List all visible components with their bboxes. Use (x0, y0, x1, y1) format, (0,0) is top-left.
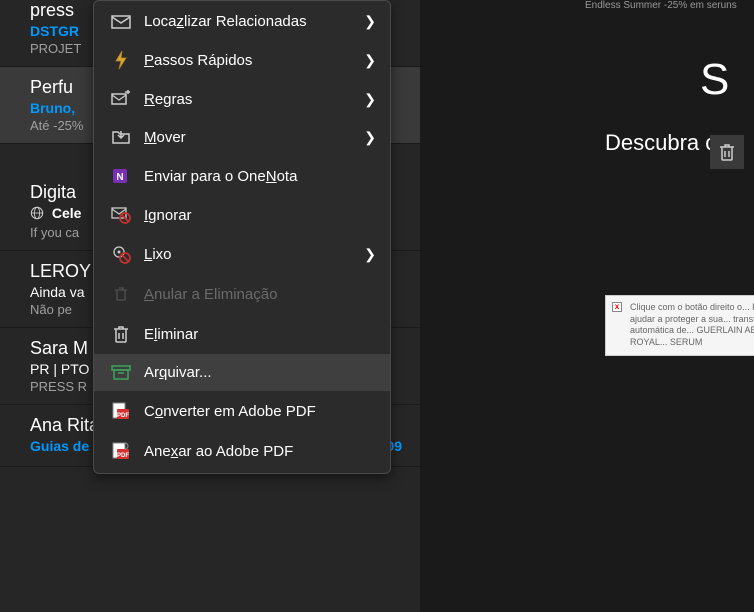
svg-text:N: N (116, 172, 123, 183)
menu-label: Mover (144, 129, 356, 146)
junk-icon (108, 244, 134, 264)
blocked-x-icon: x (612, 302, 622, 312)
email-subject-text: Cele (52, 205, 82, 221)
menu-anular-eliminacao: Anular a Eliminação (94, 274, 390, 314)
menu-converter-pdf[interactable]: PDF Converter em Adobe PDF (94, 391, 390, 431)
move-folder-icon (108, 128, 134, 146)
menu-ignorar[interactable]: Ignorar (94, 196, 390, 234)
menu-label: Lixo (144, 246, 356, 263)
envelope-icon (108, 14, 134, 30)
adobe-pdf-attach-icon: PDF (108, 441, 134, 461)
promo-subtitle: Descubra o (605, 130, 718, 156)
menu-label: Passos Rápidos (144, 52, 356, 69)
undo-delete-icon (108, 284, 134, 304)
chevron-right-icon: ❯ (364, 91, 376, 108)
blocked-image-placeholder[interactable]: x Clique com o botão direito o... Para a… (605, 295, 754, 356)
menu-mover[interactable]: Mover ❯ (94, 118, 390, 156)
ignore-icon (108, 206, 134, 224)
svg-text:PDF: PDF (117, 453, 129, 459)
chevron-right-icon: ❯ (364, 129, 376, 146)
menu-onenote[interactable]: N Enviar para o OneNota (94, 156, 390, 196)
menu-label: Anular a Eliminação (144, 286, 376, 303)
menu-label: Anexar ao Adobe PDF (144, 443, 376, 460)
archive-icon (108, 365, 134, 381)
blocked-image-text: Clique com o botão direito o... Para aju… (630, 302, 754, 347)
menu-arquivar[interactable]: Arquivar... (94, 354, 390, 391)
menu-regras[interactable]: Regras ❯ (94, 80, 390, 118)
lightning-icon (108, 50, 134, 70)
trash-icon (717, 142, 737, 162)
promo-banner-text: Endless Summer -25% em seruns (585, 0, 754, 11)
svg-text:PDF: PDF (117, 413, 129, 419)
menu-anexar-pdf[interactable]: PDF Anexar ao Adobe PDF (94, 431, 390, 471)
menu-label: Converter em Adobe PDF (144, 403, 376, 420)
menu-label: Enviar para o OneNota (144, 168, 376, 185)
trash-icon (108, 324, 134, 344)
globe-icon (30, 206, 44, 223)
context-menu: Locazlizar Relacionadas ❯ Passos Rápidos… (93, 0, 391, 474)
chevron-right-icon: ❯ (364, 13, 376, 30)
menu-localizar-relacionadas[interactable]: Locazlizar Relacionadas ❯ (94, 3, 390, 40)
promo-headline: S (700, 55, 729, 105)
menu-lixo[interactable]: Lixo ❯ (94, 234, 390, 274)
menu-label: Ignorar (144, 207, 376, 224)
menu-label: Regras (144, 91, 356, 108)
menu-eliminar[interactable]: Eliminar (94, 314, 390, 354)
chevron-right-icon: ❯ (364, 52, 376, 69)
onenote-icon: N (108, 166, 134, 186)
adobe-pdf-icon: PDF (108, 401, 134, 421)
chevron-right-icon: ❯ (364, 246, 376, 263)
rules-icon (108, 90, 134, 108)
menu-label: Eliminar (144, 326, 376, 343)
menu-label: Arquivar... (144, 364, 376, 381)
menu-passos-rapidos[interactable]: Passos Rápidos ❯ (94, 40, 390, 80)
menu-label: Locazlizar Relacionadas (144, 13, 356, 30)
reading-pane: Endless Summer -25% em seruns S Descubra… (440, 0, 754, 612)
delete-button[interactable] (710, 135, 744, 169)
